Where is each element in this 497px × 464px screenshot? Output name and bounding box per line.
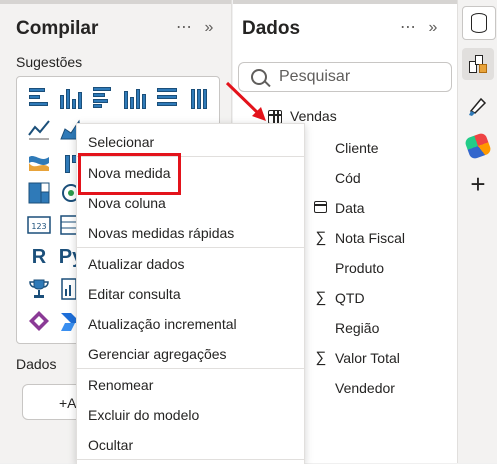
plus-icon: + bbox=[470, 169, 486, 199]
right-rail: + bbox=[458, 0, 497, 463]
search-placeholder: Pesquisar bbox=[279, 68, 351, 85]
r-script-icon[interactable]: R bbox=[27, 245, 51, 269]
menu-item-novas-medidas-rapidas[interactable]: Novas medidas rápidas bbox=[77, 217, 304, 247]
field-label: Cód bbox=[335, 170, 361, 186]
menu-item-gerenciar-agregacoes[interactable]: Gerenciar agregações bbox=[77, 338, 304, 368]
field-label: Região bbox=[335, 320, 380, 336]
100-percent-column-chart-icon[interactable] bbox=[187, 85, 211, 109]
sigma-icon: ∑ bbox=[315, 349, 327, 366]
ribbon-chart-icon[interactable] bbox=[27, 149, 51, 173]
menu-item-renomear[interactable]: Renomear bbox=[77, 369, 304, 399]
format-brush-icon bbox=[469, 97, 487, 116]
sigma-icon: ∑ bbox=[315, 229, 327, 246]
calendar-icon bbox=[314, 201, 327, 213]
menu-item-excluir-do-modelo[interactable]: Excluir do modelo bbox=[77, 399, 304, 429]
menu-item-nova-coluna[interactable]: Nova coluna bbox=[77, 187, 304, 217]
copilot-button[interactable] bbox=[462, 130, 494, 162]
search-icon bbox=[251, 69, 267, 85]
field-label: QTD bbox=[335, 290, 365, 306]
collapse-pane-icon[interactable]: » bbox=[428, 19, 438, 37]
menu-item-atualizacao-incremental[interactable]: Atualização incremental bbox=[77, 308, 304, 338]
stacked-column-chart-icon[interactable] bbox=[59, 85, 83, 109]
top-strip bbox=[0, 0, 231, 4]
field-label: Produto bbox=[335, 260, 385, 276]
svg-text:123: 123 bbox=[31, 222, 46, 231]
suggestions-label: Sugestões bbox=[16, 54, 83, 70]
data-header-icons: ⋯ » bbox=[394, 17, 438, 37]
menu-item-selecionar[interactable]: Selecionar bbox=[77, 126, 304, 156]
format-pane-toggle[interactable] bbox=[462, 90, 494, 122]
data-section-label: Dados bbox=[16, 356, 57, 372]
sigma-icon: ∑ bbox=[315, 289, 327, 306]
model-icon bbox=[467, 53, 489, 75]
build-pane-title: Compilar bbox=[16, 18, 99, 39]
line-chart-icon[interactable] bbox=[27, 117, 51, 141]
table-name: Vendas bbox=[290, 108, 337, 124]
table-icon bbox=[268, 110, 282, 124]
add-pane-button[interactable]: + bbox=[462, 168, 494, 200]
search-input[interactable]: Pesquisar bbox=[238, 62, 452, 92]
menu-item-ocultar[interactable]: Ocultar bbox=[77, 429, 304, 459]
copilot-icon bbox=[463, 131, 493, 161]
menu-item-nova-medida[interactable]: Nova medida bbox=[77, 157, 304, 187]
menu-item-editar-consulta[interactable]: Editar consulta bbox=[77, 278, 304, 308]
more-options-icon[interactable]: ⋯ bbox=[400, 17, 417, 37]
clustered-bar-chart-icon[interactable] bbox=[91, 85, 115, 109]
power-apps-icon[interactable] bbox=[27, 309, 51, 333]
more-options-icon[interactable]: ⋯ bbox=[176, 17, 193, 37]
field-label: Nota Fiscal bbox=[335, 230, 406, 246]
data-pane-title: Dados bbox=[242, 18, 301, 39]
menu-separator bbox=[77, 459, 304, 460]
data-cylinder-icon bbox=[471, 13, 487, 33]
field-label: Vendedor bbox=[335, 380, 395, 396]
card-icon[interactable]: 123 bbox=[27, 213, 51, 237]
menu-item-atualizar-dados[interactable]: Atualizar dados bbox=[77, 248, 304, 278]
stacked-bar-chart-icon[interactable] bbox=[27, 85, 51, 109]
treemap-icon[interactable] bbox=[27, 181, 51, 205]
100-percent-bar-chart-icon[interactable] bbox=[155, 85, 179, 109]
context-menu: Selecionar Nova medida Nova coluna Novas… bbox=[76, 123, 305, 464]
field-label: Valor Total bbox=[335, 350, 400, 366]
model-pane-toggle[interactable] bbox=[462, 48, 494, 80]
field-label: Cliente bbox=[335, 140, 379, 156]
trophy-icon[interactable] bbox=[27, 277, 51, 301]
field-label: Data bbox=[335, 200, 365, 216]
build-header-icons: ⋯ » bbox=[170, 17, 214, 37]
collapse-pane-icon[interactable]: » bbox=[204, 19, 214, 37]
data-pane-toggle[interactable] bbox=[462, 6, 496, 40]
clustered-column-chart-icon[interactable] bbox=[123, 85, 147, 109]
top-strip bbox=[233, 0, 457, 4]
